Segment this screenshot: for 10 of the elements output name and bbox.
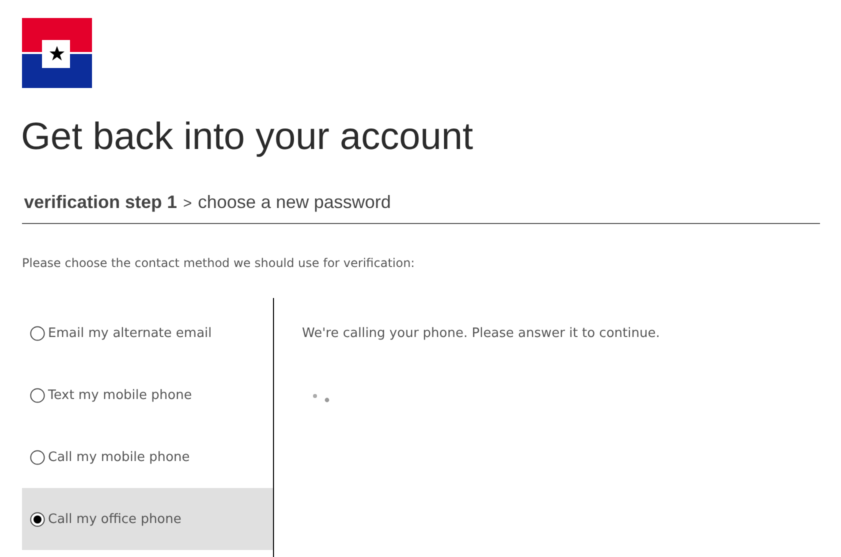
contact-method-option[interactable]: Call my office phone	[22, 488, 273, 550]
status-message: We're calling your phone. Please answer it to continue.	[302, 326, 660, 341]
contact-method-option[interactable]: Text my mobile phone	[22, 364, 273, 426]
breadcrumb-next-step: choose a new password	[198, 192, 391, 213]
breadcrumb-separator: >	[183, 195, 192, 212]
instruction-text: Please choose the contact method we should use for verification:	[22, 256, 416, 270]
breadcrumb-current-step: verification step 1	[24, 192, 178, 213]
page-title: Get back into your account	[21, 115, 474, 160]
contact-method-option[interactable]: Call my mobile phone	[22, 426, 273, 488]
contact-method-option[interactable]: Email my alternate email	[22, 302, 273, 364]
